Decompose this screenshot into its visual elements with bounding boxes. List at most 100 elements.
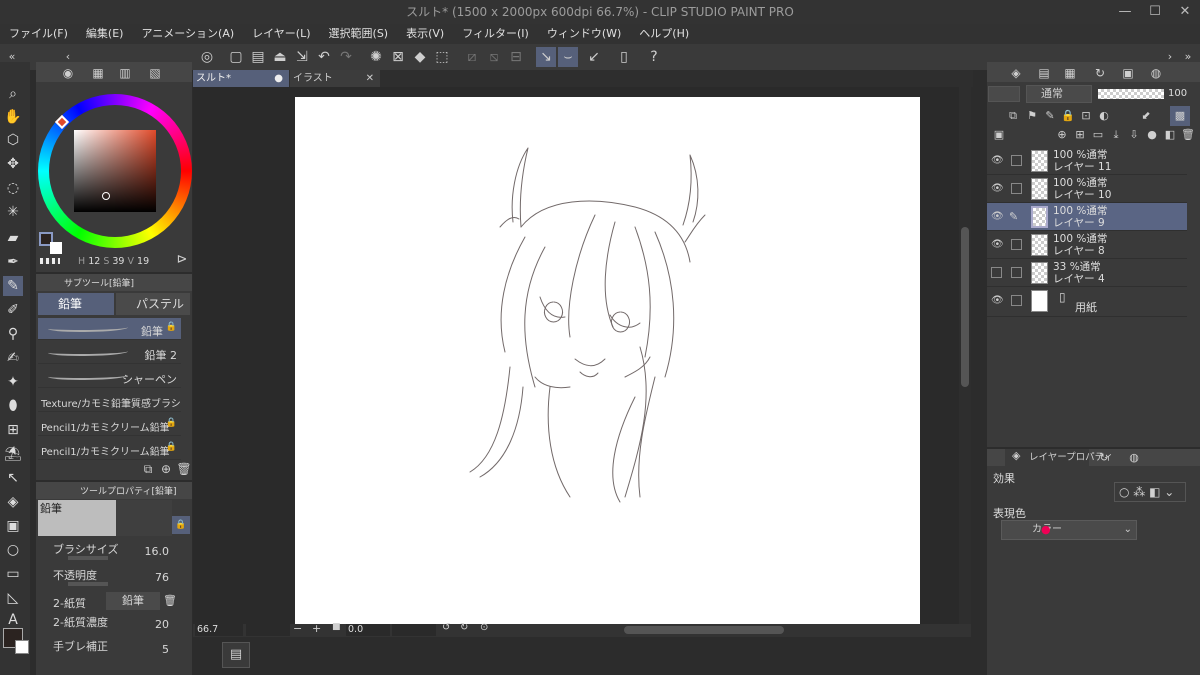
pen-tool-icon[interactable]: ✒ <box>3 252 23 272</box>
fill-icon[interactable]: ◆ <box>410 47 430 67</box>
brush-item[interactable]: Texture/カモミ鉛筆質感ブラシ <box>38 390 181 412</box>
eye-icon[interactable]: 👁 <box>991 155 1004 167</box>
rotate-left-icon[interactable]: ↺ <box>442 622 450 633</box>
text-tool-icon[interactable]: A <box>3 610 23 630</box>
move-tool-icon[interactable]: ✥ <box>3 154 23 174</box>
rotate-right-icon[interactable]: ↻ <box>460 622 468 633</box>
curve-snap-icon[interactable]: ⌣ <box>558 47 578 67</box>
brush-item[interactable]: 鉛筆 2 <box>38 342 181 364</box>
clear-icon[interactable]: ⊠ <box>388 47 408 67</box>
layer-checkbox[interactable] <box>1011 155 1022 166</box>
eye-icon[interactable]: 👁 <box>991 211 1004 223</box>
angle-field[interactable]: 0.0 <box>346 624 390 636</box>
layer-checkbox[interactable] <box>1011 239 1022 250</box>
operation-tool-icon[interactable]: ⬡ <box>3 130 23 150</box>
eye-icon[interactable]: 👁 <box>991 183 1004 195</box>
undo-icon[interactable]: ↶ <box>314 47 334 67</box>
redo-icon[interactable]: ↷ <box>336 47 356 67</box>
zoom-tool-icon[interactable]: ⌕ <box>3 84 23 104</box>
minimize-button[interactable]: — <box>1110 0 1140 24</box>
auto-action-tab-icon[interactable]: ▣ <box>1118 63 1138 83</box>
wheel-sub-color[interactable] <box>50 242 62 254</box>
angle-slider[interactable] <box>392 624 436 636</box>
help-icon[interactable]: ? <box>644 47 664 67</box>
menu-file[interactable]: ファイル(F) <box>0 24 77 44</box>
brush-item[interactable]: 鉛筆 🔒 <box>38 318 181 340</box>
timeline-toggle-icon[interactable]: ▤ <box>222 642 250 668</box>
mask-icon[interactable]: ◐ <box>1094 106 1114 126</box>
opacity-slider[interactable] <box>68 582 108 586</box>
blend-tool-icon[interactable]: ⬮ <box>3 396 23 416</box>
lock-icon[interactable]: 🔒 <box>172 516 190 534</box>
layer-tab-icon[interactable]: ◈ <box>1006 63 1026 83</box>
layer-row[interactable]: 👁 ▯ 用紙 <box>987 287 1187 317</box>
save-icon[interactable]: ⏏ <box>270 47 290 67</box>
tab-sulto[interactable]: スルト* ● <box>193 70 289 87</box>
delete-subtool-icon[interactable]: 🗑 <box>174 459 194 479</box>
layer-row[interactable]: 👁 100 %通常 レイヤー 11 <box>987 147 1187 175</box>
maximize-button[interactable]: ☐ <box>1140 0 1170 24</box>
menu-animation[interactable]: アニメーション(A) <box>132 24 243 44</box>
zoom-field[interactable]: 66.7 <box>195 624 243 636</box>
clip-layer-icon[interactable]: ⧉ <box>1003 106 1023 126</box>
color-set-tab-icon[interactable]: ▥ <box>115 63 135 83</box>
menu-filter[interactable]: フィルター(I) <box>453 24 538 44</box>
vertical-scrollbar[interactable] <box>959 87 971 624</box>
balloon-tool-icon[interactable]: ◺ <box>3 588 23 608</box>
paper-density-row[interactable]: 2-紙質濃度 20 <box>38 614 181 638</box>
pencil-tool-icon[interactable]: ✎ <box>3 276 23 296</box>
reset-rotation-icon[interactable]: ⊙ <box>480 622 488 633</box>
figure-tool-icon[interactable]: ⊞ <box>3 420 23 440</box>
subtool-tab-pastel[interactable]: パステル <box>116 293 190 315</box>
tab-illust[interactable]: イラスト ✕ <box>290 70 380 87</box>
blend-mode-select[interactable]: 通常 <box>1026 85 1092 103</box>
new-file-icon[interactable]: ▢ <box>226 47 246 67</box>
color-mode-icon[interactable]: ⊳ <box>172 250 192 270</box>
eye-icon[interactable]: 👁 <box>991 239 1004 251</box>
drawing-canvas[interactable] <box>295 97 920 625</box>
sub-color-swatch[interactable] <box>15 640 29 654</box>
zoom-in-icon[interactable]: + <box>312 622 321 635</box>
copy-subtool-icon[interactable]: ⧉ <box>138 459 158 479</box>
shape-tool-icon[interactable]: ○ <box>3 540 23 560</box>
opacity-slider[interactable] <box>1098 89 1164 99</box>
eye-icon[interactable]: 👁 <box>991 295 1004 307</box>
zoom-slider[interactable] <box>246 624 290 636</box>
pen-pressure-icon[interactable]: ↙ <box>584 47 604 67</box>
clip-studio-icon[interactable]: ◎ <box>197 47 217 67</box>
layer-checkbox[interactable] <box>1011 183 1022 194</box>
vertical-scroll-thumb[interactable] <box>961 227 969 387</box>
menu-window[interactable]: ウィンドウ(W) <box>538 24 630 44</box>
color-slider-tab-icon[interactable]: ▦ <box>88 63 108 83</box>
express-color-select[interactable]: カラー ⌄ <box>1001 520 1137 540</box>
brush-tool-icon[interactable]: ✐ <box>3 300 23 320</box>
hand-tool-icon[interactable]: ✋ <box>3 107 23 127</box>
select-layer-icon[interactable]: ↖ <box>3 468 23 488</box>
transparent-color-icon[interactable] <box>40 258 60 264</box>
new-vector-layer-icon[interactable]: ⊞ <box>1070 125 1090 145</box>
brush-item[interactable]: Pencil1/カモミクリーム鉛筆 🔒 <box>38 414 181 436</box>
layer-settings-icon[interactable]: ▣ <box>989 125 1009 145</box>
paper-row[interactable]: 2-紙質 鉛筆 🗑 <box>38 592 181 616</box>
menu-help[interactable]: ヘルプ(H) <box>630 24 698 44</box>
layer-row[interactable]: 33 %通常 レイヤー 4 <box>987 259 1187 287</box>
opacity-row[interactable]: 不透明度 76 <box>38 566 181 590</box>
new-raster-layer-icon[interactable]: ⊕ <box>1052 125 1072 145</box>
sparkle-tool-icon[interactable]: ✦ <box>3 372 23 392</box>
search-layer-tab-icon[interactable]: ↻ <box>1094 448 1114 468</box>
transfer-down-icon[interactable]: ⤓ <box>1106 125 1126 145</box>
pen-snap-icon[interactable]: ↘ <box>536 47 556 67</box>
blend-preview-select[interactable] <box>988 86 1020 102</box>
menu-view[interactable]: 表示(V) <box>397 24 453 44</box>
close-button[interactable]: ✕ <box>1170 0 1200 24</box>
layer-row[interactable]: 👁 ✎ 100 %通常 レイヤー 9 <box>987 203 1187 231</box>
subtool-tab-pencil[interactable]: 鉛筆 <box>38 293 114 315</box>
brush-size-row[interactable]: ブラシサイズ 16.0 <box>38 540 181 564</box>
eraser-tool-icon[interactable]: ▰ <box>3 228 23 248</box>
effect-buttons[interactable]: ○ ⁂ ◧ ⌄ <box>1114 482 1186 502</box>
invert-selection-icon[interactable]: ⧅ <box>484 47 504 67</box>
intermediate-color-tab-icon[interactable]: ▧ <box>145 63 165 83</box>
reference-layer-icon[interactable]: ⚑ <box>1022 106 1042 126</box>
menu-selection[interactable]: 選択範囲(S) <box>320 24 398 44</box>
ruler-icon[interactable]: ⊟ <box>506 47 526 67</box>
